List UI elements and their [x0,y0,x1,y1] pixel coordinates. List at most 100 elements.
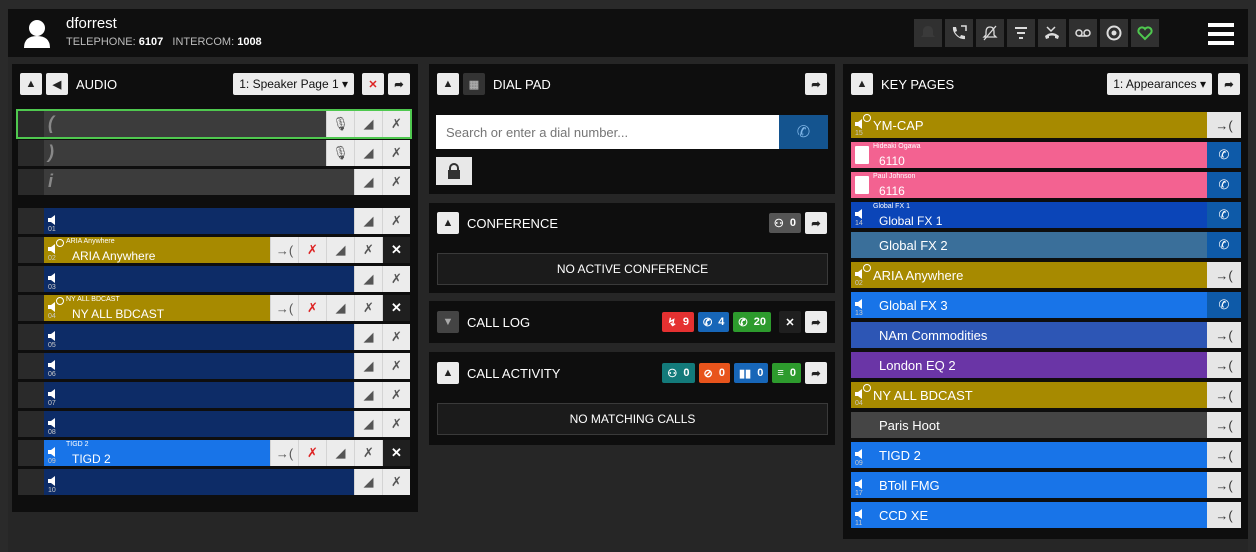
lock-button[interactable] [436,157,472,185]
conference-popout-button[interactable]: ➦ [805,212,827,234]
mute-all-button[interactable]: ✕ [362,73,384,95]
handset-button[interactable]: →( [270,237,298,263]
audio-row-main[interactable]: 05 [44,324,354,350]
call-button[interactable]: ✆ [1207,232,1241,258]
activity-conference-badge[interactable]: ⚇ 0 [662,363,695,383]
volume-button[interactable]: ◢ [354,324,382,350]
audio-row-main[interactable]: 07 [44,382,354,408]
volume-button[interactable]: ◢ [354,266,382,292]
hamburger-icon[interactable] [1208,23,1234,45]
speaker-toggle-button[interactable]: ◀ [46,73,68,95]
call-button[interactable]: ✆ [1207,142,1241,168]
activity-blocked-badge[interactable]: ⊘ 0 [698,363,730,383]
keypage-main[interactable]: 15 YM-CAP [851,112,1207,138]
collapse-dialpad-button[interactable]: ▲ [437,73,459,95]
close-button[interactable]: ✕ [382,237,410,263]
audio-row-main[interactable]: 01 [44,208,354,234]
audio-page-select[interactable]: 1: Speaker Page 1 ▾ [233,73,354,95]
audio-row-main[interactable]: 03 [44,266,354,292]
mute-button[interactable]: ✗ [382,111,410,137]
audio-row-main[interactable]: 08 [44,411,354,437]
handset-button[interactable]: →( [1207,502,1241,528]
activity-active-badge[interactable]: ≡ 0 [772,363,801,383]
volume-button[interactable]: ◢ [326,237,354,263]
keypage-main[interactable]: Hideaki Ogawa 6110 [851,142,1207,168]
handset-button[interactable]: →( [1207,442,1241,468]
calllog-popout-button[interactable]: ➦ [805,311,827,333]
audio-row-main[interactable]: 02 ARIA Anywhere ARIA Anywhere [44,237,270,263]
call-button[interactable]: ✆ [1207,292,1241,318]
keypage-main[interactable]: 14 Global FX 1 Global FX 1 [851,202,1207,228]
missed-call-icon[interactable] [1038,19,1066,47]
mic-button[interactable]: 🎙 [326,111,354,137]
incoming-calls-badge[interactable]: ✆ 4 [697,312,730,332]
keypage-main[interactable]: 11 CCD XE [851,502,1207,528]
mic-mute-button[interactable]: ✗ [298,295,326,321]
handset-button[interactable]: →( [1207,322,1241,348]
volume-button[interactable]: ◢ [354,208,382,234]
handset-button[interactable]: →( [1207,472,1241,498]
handset-button[interactable]: →( [1207,382,1241,408]
volume-button[interactable]: ◢ [354,353,382,379]
keypage-main[interactable]: 17 BToll FMG [851,472,1207,498]
handset-button[interactable]: →( [270,440,298,466]
mute-button[interactable]: ✗ [382,324,410,350]
clear-calllog-button[interactable]: ✕ [779,311,801,333]
keypage-main[interactable]: Global FX 2 [851,232,1207,258]
collapse-keypages-button[interactable]: ▲ [851,73,873,95]
outgoing-calls-badge[interactable]: ✆ 20 [733,312,771,332]
audio-row-main[interactable]: 06 [44,353,354,379]
volume-button[interactable]: ◢ [354,382,382,408]
expand-calllog-button[interactable]: ▼ [437,311,459,333]
mic-button[interactable]: 🎙 [326,140,354,166]
mute-button[interactable]: ✗ [382,411,410,437]
mute-button[interactable]: ✗ [354,440,382,466]
handset-button[interactable]: →( [1207,412,1241,438]
keypage-main[interactable]: Paul Johnson 6116 [851,172,1207,198]
handset-button[interactable]: →( [1207,112,1241,138]
mute-button[interactable]: ✗ [382,169,410,195]
volume-button[interactable]: ◢ [354,411,382,437]
keypage-main[interactable]: 04 NY ALL BDCAST [851,382,1207,408]
volume-button[interactable]: ◢ [326,295,354,321]
mute-button[interactable]: ✗ [382,140,410,166]
mute-button[interactable]: ✗ [354,237,382,263]
missed-calls-badge[interactable]: ↯ 9 [662,312,694,332]
dial-number-input[interactable] [436,115,779,149]
mute-button[interactable]: ✗ [382,382,410,408]
volume-button[interactable]: ◢ [354,111,382,137]
volume-button[interactable]: ◢ [354,169,382,195]
mic-mute-button[interactable]: ✗ [298,237,326,263]
handset-button[interactable]: →( [1207,352,1241,378]
keypage-main[interactable]: 09 TIGD 2 [851,442,1207,468]
keypage-main[interactable]: 02 ARIA Anywhere [851,262,1207,288]
mute-button[interactable]: ✗ [382,208,410,234]
audio-popout-button[interactable]: ➦ [388,73,410,95]
audio-row-main[interactable]: 10 [44,469,354,495]
keypage-main[interactable]: 13 Global FX 3 [851,292,1207,318]
mute-button[interactable]: ✗ [354,295,382,321]
mic-mute-button[interactable]: ✗ [298,440,326,466]
dialpad-popout-button[interactable]: ➦ [805,73,827,95]
volume-button[interactable]: ◢ [354,469,382,495]
audio-row-main[interactable]: 04 NY ALL BDCAST NY ALL BDCAST [44,295,270,321]
voicemail-icon[interactable] [1069,19,1097,47]
heart-icon[interactable] [1131,19,1159,47]
collapse-conference-button[interactable]: ▲ [437,212,459,234]
audio-row-main[interactable]: 09 TIGD 2 TIGD 2 [44,440,270,466]
keypages-page-select[interactable]: 1: Appearances ▾ [1107,73,1212,95]
keypage-main[interactable]: London EQ 2 [851,352,1207,378]
settings-icon[interactable] [1100,19,1128,47]
callactivity-popout-button[interactable]: ➦ [805,362,827,384]
phone-forward-icon[interactable] [945,19,973,47]
collapse-callactivity-button[interactable]: ▲ [437,362,459,384]
keypage-main[interactable]: Paris Hoot [851,412,1207,438]
activity-hold-badge[interactable]: ▮▮ 0 [734,363,769,383]
call-button[interactable]: ✆ [1207,172,1241,198]
volume-button[interactable]: ◢ [354,140,382,166]
volume-button[interactable]: ◢ [326,440,354,466]
mute-button[interactable]: ✗ [382,353,410,379]
handset-button[interactable]: →( [1207,262,1241,288]
bell-icon[interactable] [914,19,942,47]
keypad-icon[interactable]: ▦ [463,73,485,95]
